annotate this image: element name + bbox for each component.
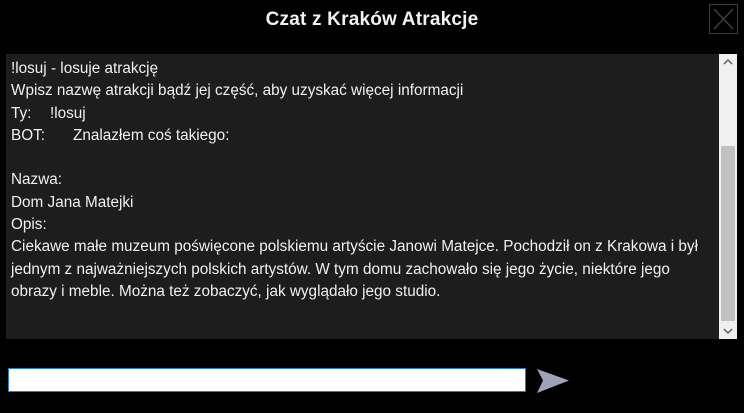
message-input[interactable] bbox=[8, 368, 526, 392]
title-bar: Czat z Kraków Atrakcje bbox=[0, 0, 744, 40]
chat-line-description: Ciekawe małe muzeum poświęcone polskiemu… bbox=[11, 238, 698, 300]
scroll-thumb[interactable] bbox=[721, 146, 735, 321]
chat-line: Nazwa: bbox=[11, 171, 63, 189]
send-arrow-icon bbox=[537, 369, 569, 393]
scroll-up-button[interactable] bbox=[719, 54, 737, 71]
user-prefix: Ty: bbox=[11, 104, 32, 122]
close-button[interactable] bbox=[709, 4, 738, 34]
chat-line-bot: BOT: Znalazłem coś takiego: bbox=[11, 125, 711, 147]
chat-line: Dom Jana Matejki bbox=[11, 193, 134, 211]
scrollbar[interactable] bbox=[719, 54, 737, 339]
chat-messages: !losuj - losuje atrakcję Wpisz nazwę atr… bbox=[11, 58, 711, 303]
chat-line: !losuj - losuje atrakcję bbox=[11, 60, 159, 77]
chat-line: Wpisz nazwę atrakcji bądź jej część, aby… bbox=[11, 82, 464, 100]
chevron-down-icon bbox=[723, 328, 733, 335]
close-icon bbox=[713, 8, 734, 30]
chevron-up-icon bbox=[723, 58, 733, 65]
chat-line-empty bbox=[11, 147, 711, 169]
chat-line-user: Ty: !losuj bbox=[11, 103, 711, 125]
user-message: !losuj bbox=[50, 104, 86, 122]
window-title: Czat z Kraków Atrakcje bbox=[265, 9, 479, 30]
bot-message: Znalazłem coś takiego: bbox=[73, 126, 230, 144]
chat-history[interactable]: !losuj - losuje atrakcję Wpisz nazwę atr… bbox=[6, 54, 737, 339]
bot-prefix: BOT: bbox=[11, 126, 45, 144]
chat-line: Opis: bbox=[11, 216, 47, 234]
scroll-down-button[interactable] bbox=[719, 322, 737, 339]
send-button[interactable] bbox=[534, 366, 572, 396]
